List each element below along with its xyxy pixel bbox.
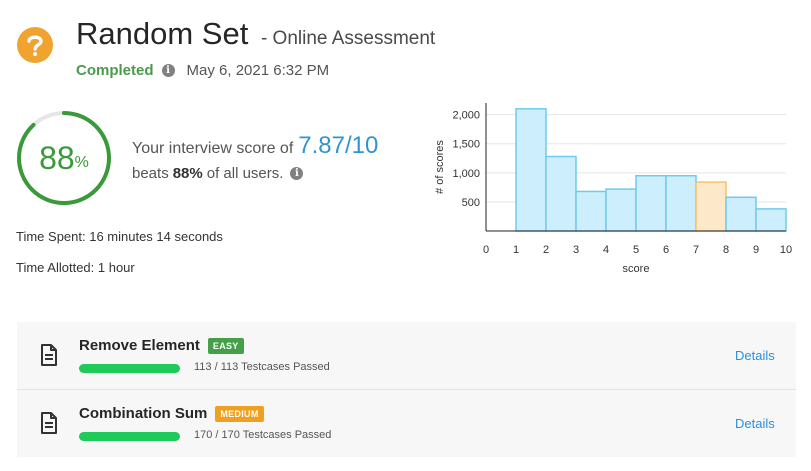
testcase-progress-bar [79,364,180,373]
interview-score-label: Your interview score of [132,140,294,157]
x-tick-label: 5 [633,244,639,256]
y-tick-label: 1,000 [452,168,480,180]
completion-date: May 6, 2021 6:32 PM [186,62,330,79]
status-label: Completed [76,62,154,79]
x-tick-label: 3 [573,244,579,256]
info-icon[interactable]: i [161,64,175,77]
testcase-progress-bar [79,432,180,441]
document-icon [41,344,57,366]
x-tick-label: 2 [543,244,549,256]
beats-prefix: beats [132,165,169,182]
histogram-bar [515,108,547,232]
x-axis-label: score [623,263,650,275]
histogram-bar [755,208,787,232]
problem-row: Combination Sum MEDIUM 170 / 170 Testcas… [17,389,796,457]
x-tick-label: 4 [603,244,609,256]
y-tick-label: 1,500 [452,139,480,151]
score-histogram: 500 1,000 1,500 2,000 0 1 2 3 4 5 6 7 8 9 10 score # of … [434,103,792,275]
x-tick-label: 7 [693,244,699,256]
y-axis-label: # of scores [434,140,446,194]
x-tick-label: 9 [753,244,759,256]
score-percent-symbol: % [74,154,89,171]
problem-row: Remove Element EASY 113 / 113 Testcases … [17,322,796,389]
page-title: Random Set - Online Assessment [76,16,435,52]
problem-list: Remove Element EASY 113 / 113 Testcases … [17,322,796,457]
testcases-passed: 170 / 170 Testcases Passed [194,429,332,441]
score-percent: 88 [39,139,75,176]
assessment-title: Random Set [76,16,249,51]
beats-suffix: of all users. [206,165,284,182]
question-mark-icon [17,27,53,63]
x-tick-label: 10 [780,244,792,256]
histogram-bar [635,174,667,232]
problem-name[interactable]: Remove Element [79,337,200,354]
x-tick-label: 1 [513,244,519,256]
problem-name[interactable]: Combination Sum [79,405,207,422]
problem-title: Combination Sum MEDIUM [79,405,264,422]
assessment-subtitle: - Online Assessment [260,28,436,49]
histogram-bar [605,188,637,232]
document-icon [41,412,57,434]
status-row: Completed i May 6, 2021 6:32 PM [76,62,329,79]
y-tick-label: 500 [462,197,480,209]
details-link[interactable]: Details [735,348,775,363]
beats-value: 88% [172,165,203,182]
difficulty-badge: EASY [207,337,244,354]
interview-score-value: 7.87/10 [298,132,379,159]
histogram-bar [545,155,577,232]
time-spent: Time Spent: 16 minutes 14 seconds [16,229,223,244]
histogram-bar [665,174,697,232]
score-ring-label: 88 % [15,109,113,207]
details-link[interactable]: Details [735,416,775,431]
histogram-bar [575,190,607,232]
info-icon[interactable]: i [290,167,304,180]
x-tick-label: 6 [663,244,669,256]
beats-line: beats 88% of all users. i [132,165,304,182]
x-tick-label: 8 [723,244,729,256]
y-tick-label: 2,000 [452,110,480,122]
time-allotted: Time Allotted: 1 hour [16,260,135,275]
interview-score-line: Your interview score of 7.87/10 [132,132,378,160]
histogram-bar [725,196,757,232]
testcases-passed: 113 / 113 Testcases Passed [194,361,330,373]
problem-title: Remove Element EASY [79,337,244,354]
x-tick-label: 0 [483,244,489,256]
histogram-bar-highlighted [695,181,727,232]
difficulty-badge: MEDIUM [215,405,264,422]
